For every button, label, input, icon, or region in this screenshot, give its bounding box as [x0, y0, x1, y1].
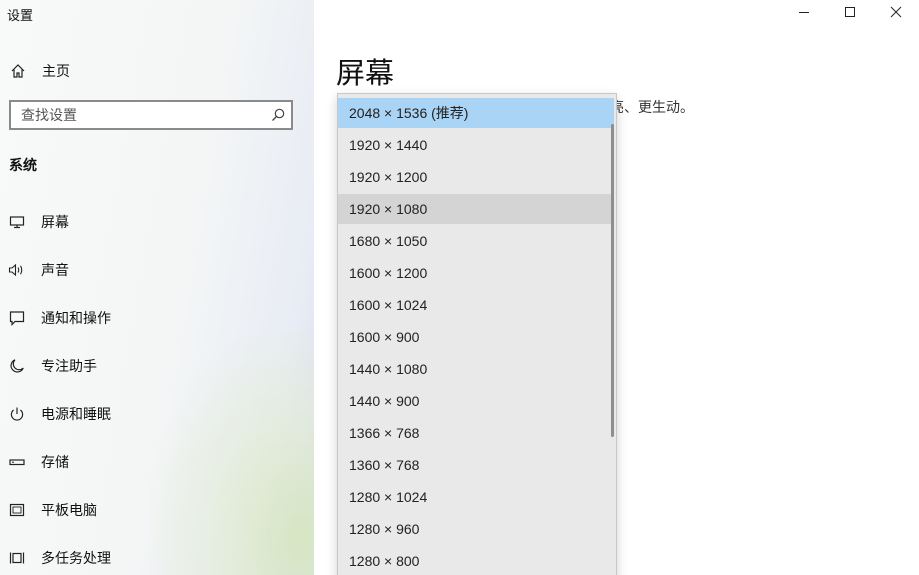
nav-home[interactable]: 主页	[0, 58, 314, 84]
home-icon	[9, 62, 27, 80]
resolution-option[interactable]: 1440 × 1080	[338, 354, 614, 384]
sidebar-item-power-sleep[interactable]: 电源和睡眠	[0, 390, 314, 438]
sidebar-item-label: 通知和操作	[41, 310, 111, 326]
sidebar-item-label: 平板电脑	[41, 502, 97, 518]
settings-window: 设置 主页 系统 屏幕 声	[0, 0, 919, 575]
window-title: 设置	[7, 8, 34, 23]
nav-list: 屏幕 声音 通知和操作 专注助手 电源和睡眠 存储 平板电脑 多任务处理	[0, 206, 314, 575]
nav-home-label: 主页	[42, 63, 70, 79]
maximize-button[interactable]	[827, 0, 873, 28]
moon-icon	[8, 357, 26, 375]
resolution-dropdown-list[interactable]: 2048 × 1536 (推荐) 1920 × 1440 1920 × 1200…	[337, 93, 617, 575]
sidebar-item-sound[interactable]: 声音	[0, 246, 314, 294]
notification-icon	[8, 309, 26, 327]
resolution-option[interactable]: 1600 × 1024	[338, 290, 614, 320]
resolution-option[interactable]: 1440 × 900	[338, 386, 614, 416]
sidebar-item-tablet[interactable]: 平板电脑	[0, 486, 314, 534]
resolution-option[interactable]: 2048 × 1536 (推荐)	[338, 98, 614, 128]
storage-icon	[8, 453, 26, 471]
minimize-icon	[798, 5, 810, 23]
sidebar-item-multitasking[interactable]: 多任务处理	[0, 534, 314, 575]
resolution-option[interactable]: 1280 × 1024	[338, 482, 614, 512]
search-box[interactable]	[9, 100, 293, 130]
sidebar-item-label: 声音	[41, 262, 69, 278]
resolution-option[interactable]: 1920 × 1440	[338, 130, 614, 160]
sidebar-item-label: 电源和睡眠	[41, 406, 111, 422]
search-icon[interactable]	[269, 106, 287, 124]
sidebar: 设置 主页 系统 屏幕 声	[0, 0, 314, 575]
page-title: 屏幕	[336, 58, 395, 90]
window-controls	[781, 0, 919, 28]
sidebar-item-display[interactable]: 屏幕	[0, 198, 314, 246]
sidebar-item-focus-assist[interactable]: 专注助手	[0, 342, 314, 390]
speaker-icon	[8, 261, 26, 279]
resolution-option[interactable]: 1280 × 960	[338, 514, 614, 544]
close-icon	[890, 5, 902, 23]
resolution-option[interactable]: 1600 × 900	[338, 322, 614, 352]
tablet-icon	[8, 501, 26, 519]
resolution-option[interactable]: 1360 × 768	[338, 450, 614, 480]
power-icon	[8, 405, 26, 423]
sidebar-item-label: 存储	[41, 454, 69, 470]
resolution-option[interactable]: 1920 × 1080	[338, 194, 614, 224]
maximize-icon	[844, 5, 856, 23]
page-description: 亮、更生动。	[610, 99, 694, 115]
section-title-system: 系统	[9, 157, 37, 173]
sidebar-item-notifications[interactable]: 通知和操作	[0, 294, 314, 342]
close-button[interactable]	[873, 0, 919, 28]
resolution-option[interactable]: 1600 × 1200	[338, 258, 614, 288]
dropdown-scrollbar[interactable]	[611, 124, 614, 437]
search-input[interactable]	[11, 102, 261, 128]
resolution-option[interactable]: 1366 × 768	[338, 418, 614, 448]
sidebar-item-label: 专注助手	[41, 358, 97, 374]
sidebar-item-label: 屏幕	[41, 214, 69, 230]
display-icon	[8, 213, 26, 231]
resolution-option[interactable]: 1680 × 1050	[338, 226, 614, 256]
sidebar-item-label: 多任务处理	[41, 550, 111, 566]
multitask-icon	[8, 549, 26, 567]
sidebar-item-storage[interactable]: 存储	[0, 438, 314, 486]
resolution-option[interactable]: 1920 × 1200	[338, 162, 614, 192]
minimize-button[interactable]	[781, 0, 827, 28]
resolution-option[interactable]: 1280 × 800	[338, 546, 614, 575]
